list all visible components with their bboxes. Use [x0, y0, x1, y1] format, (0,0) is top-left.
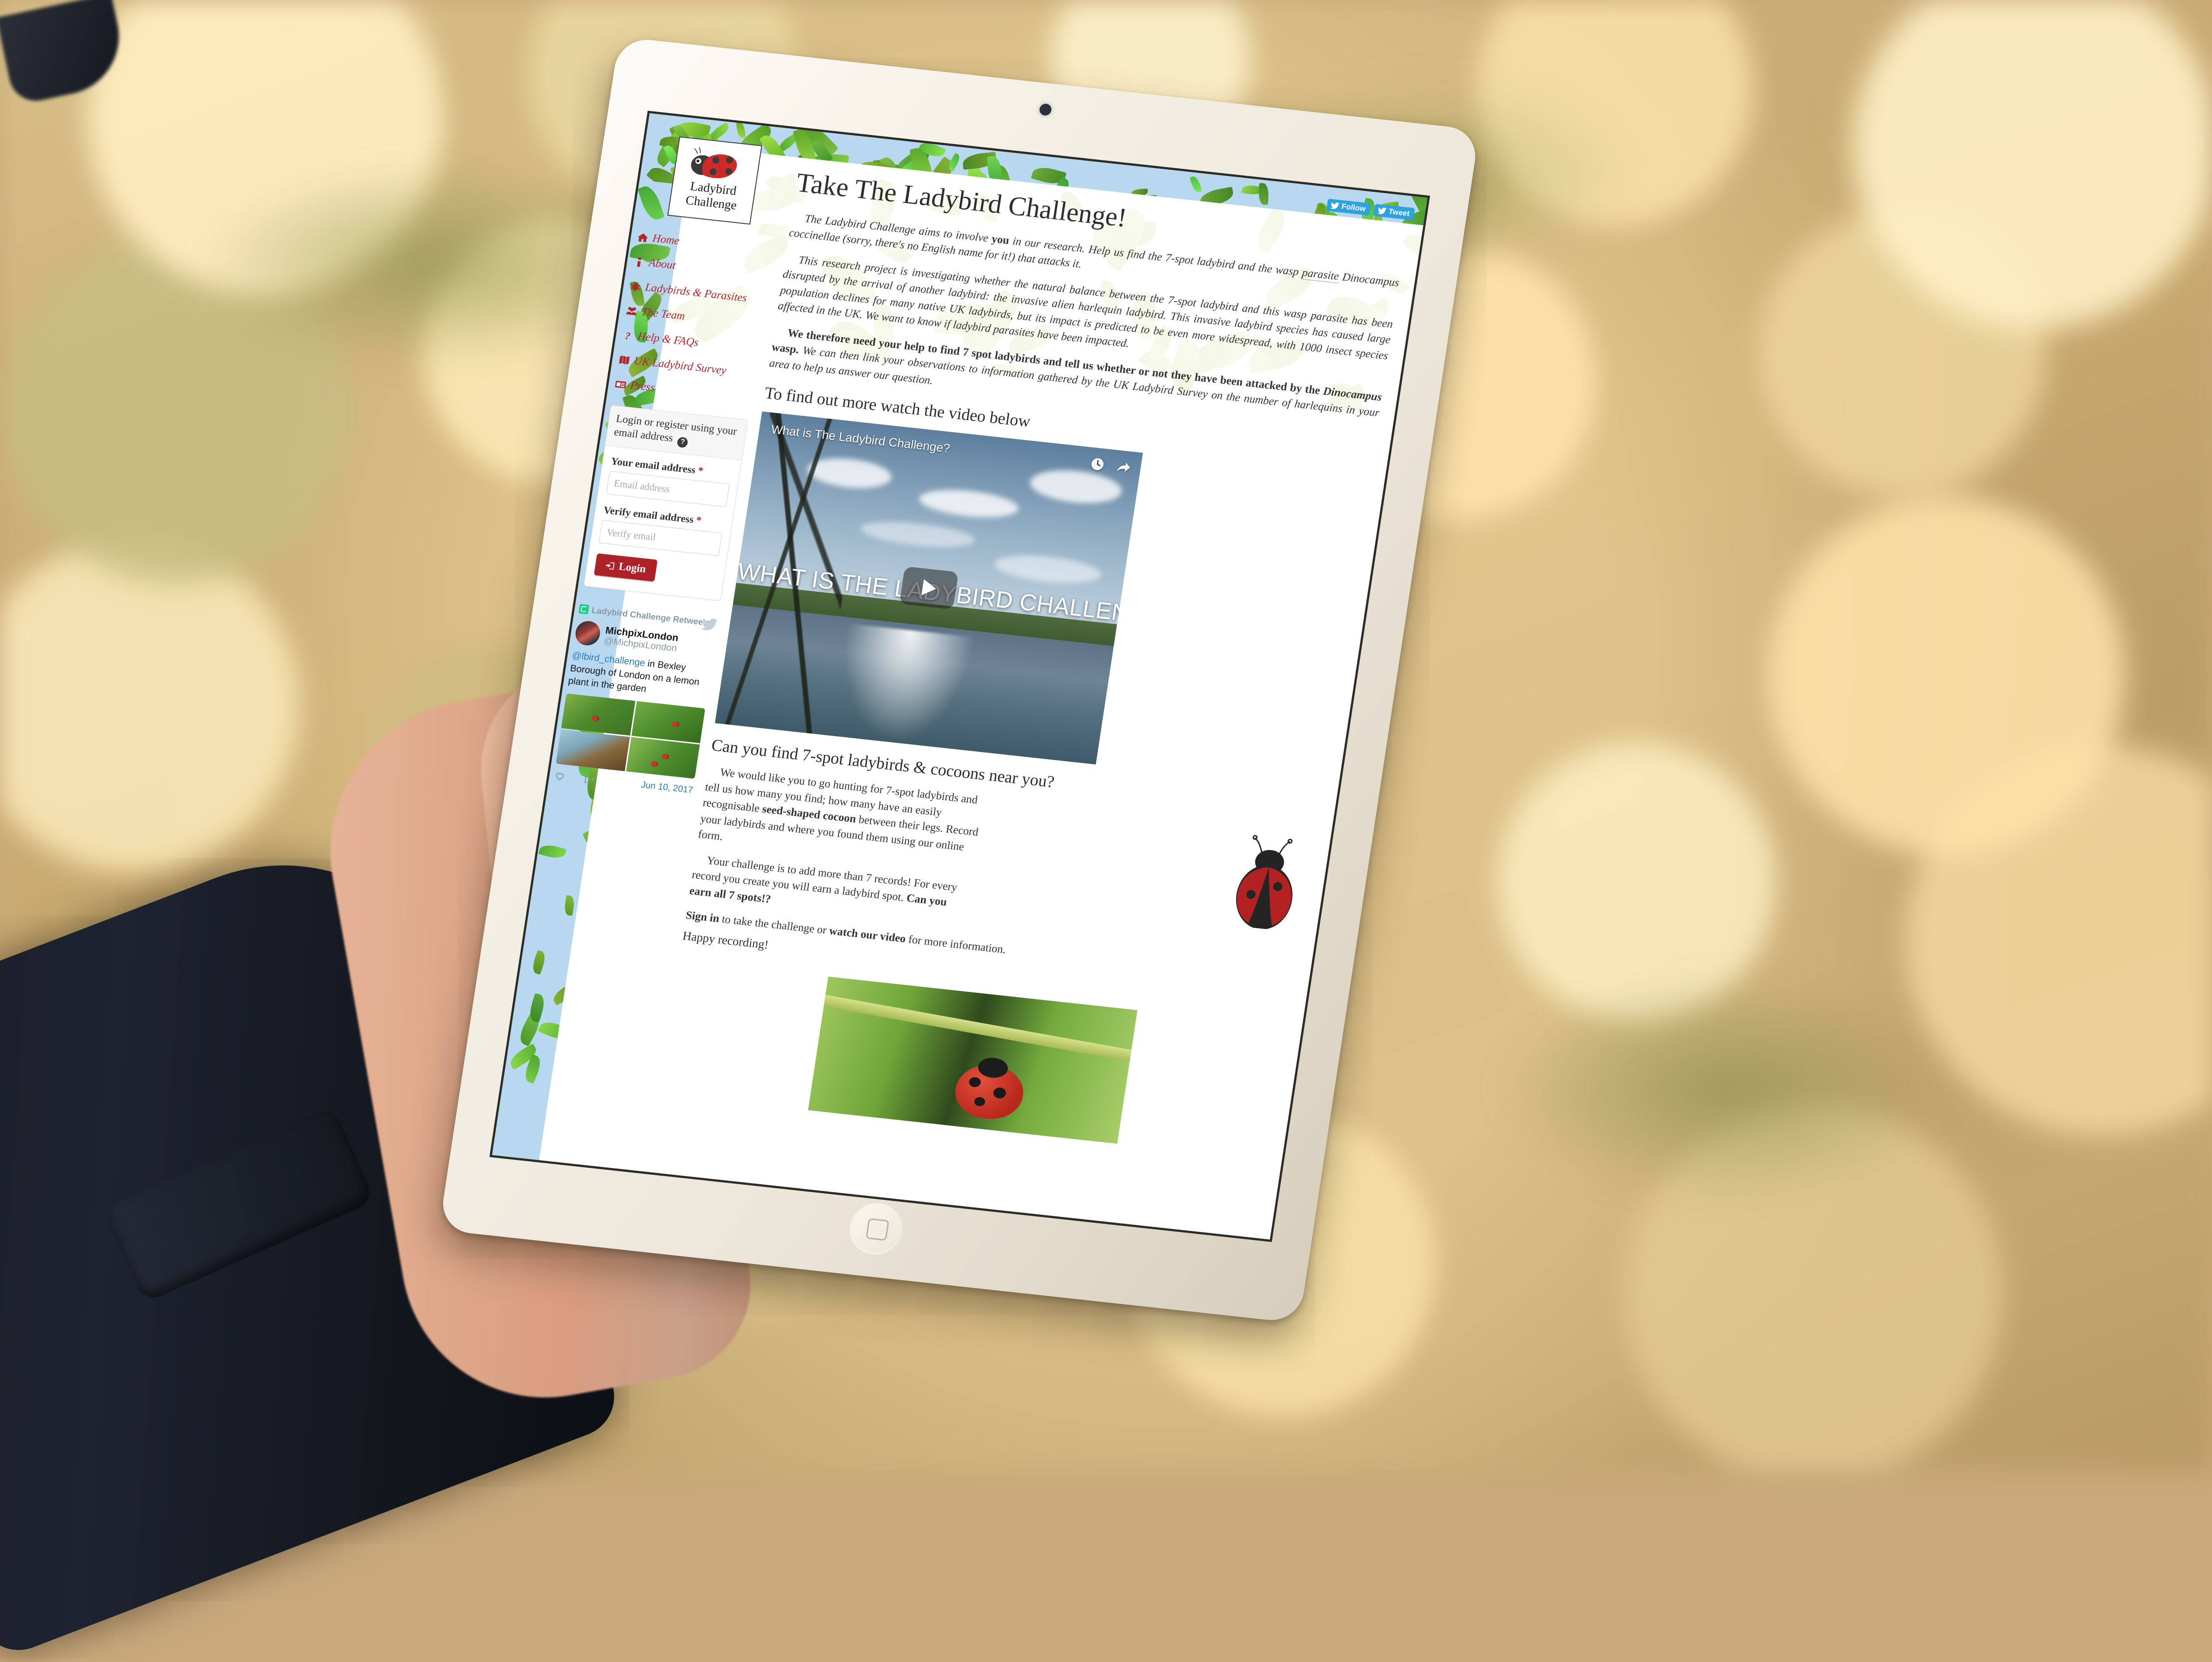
para3-species-name: Dinocampus — [1322, 385, 1382, 403]
required-marker: * — [695, 514, 702, 526]
tweet-photo — [631, 701, 705, 743]
sidebar-item-label: The Team — [640, 306, 686, 323]
front-camera-icon — [1039, 103, 1052, 116]
map-icon — [618, 353, 631, 366]
login-button[interactable]: Login — [594, 553, 658, 581]
sidebar-item-label: Press — [630, 379, 656, 394]
bug-icon — [629, 280, 642, 292]
share-icon[interactable] — [1115, 459, 1132, 475]
web-page: Follow Tweet Ladybird Challenge Home Abo… — [492, 113, 1428, 1239]
users-icon — [626, 305, 639, 317]
retweet-icon — [579, 604, 589, 614]
sidebar-item-label: About — [648, 257, 677, 272]
sidebar-item-press[interactable]: Press — [614, 377, 758, 405]
twitter-follow-label: Follow — [1341, 203, 1366, 213]
login-button-label: Login — [618, 561, 647, 575]
twitter-bird-icon — [701, 617, 718, 631]
twitter-timeline-widget: Ladybird Challenge Retweeted MichpixLond… — [553, 604, 719, 797]
para1-emphasis-you: you — [991, 233, 1010, 247]
newspaper-icon — [614, 378, 627, 390]
question-circle-icon[interactable]: ? — [677, 436, 689, 448]
share-icon[interactable] — [583, 773, 596, 786]
sidebar-item-ladybirds-parasites[interactable]: Ladybirds & Parasites — [629, 280, 773, 308]
photo-ladybird — [952, 1061, 1027, 1122]
sidebar-item-the-team[interactable]: The Team — [625, 304, 769, 332]
para3-bold-b: wasp. — [771, 341, 800, 356]
bottom-ladybird-photo — [808, 977, 1137, 1144]
sidebar-item-home[interactable]: Home — [636, 231, 780, 258]
signin-mid: to take the challenge or — [718, 913, 830, 937]
tweet-photo-grid[interactable] — [556, 693, 705, 779]
required-marker: * — [697, 465, 704, 476]
main-navigation: Home About Ladybirds & Parasites The Tea… — [608, 230, 780, 405]
sidebar-item-about[interactable]: About — [633, 255, 776, 283]
home-button[interactable] — [846, 1199, 907, 1257]
sidebar-item-label: Help & FAQs — [637, 330, 699, 349]
twitter-tweet-label: Tweet — [1388, 208, 1410, 217]
clock-icon[interactable] — [1089, 456, 1106, 472]
sign-in-icon — [605, 561, 616, 571]
tweet-photo — [626, 737, 700, 779]
video-sun-reflection — [829, 623, 975, 749]
tweet-date[interactable]: Jun 10, 2017 — [640, 780, 694, 796]
twitter-bird-icon — [1330, 202, 1340, 210]
avatar — [574, 620, 602, 647]
play-icon[interactable] — [899, 566, 959, 609]
sidebar-item-label: Home — [652, 232, 680, 248]
tweet-photo — [556, 729, 630, 771]
sidebar-item-uk-ladybird-survey[interactable]: UK Ladybird Survey — [618, 353, 762, 381]
login-heading-text: Login or register using your email addre… — [613, 413, 738, 444]
video-player[interactable]: What is The Ladybird Challenge? WHAT IS … — [715, 411, 1143, 764]
info-icon — [633, 256, 646, 268]
home-icon — [636, 231, 649, 243]
tablet-device: Follow Tweet Ladybird Challenge Home Abo… — [439, 36, 1479, 1323]
tweet-photo — [561, 693, 635, 735]
tablet-screen[interactable]: Follow Tweet Ladybird Challenge Home Abo… — [492, 113, 1428, 1239]
sidebar-item-label: UK Ladybird Survey — [633, 355, 727, 377]
question-icon: ? — [621, 329, 635, 341]
ladybird-illustration-icon — [1221, 829, 1312, 933]
signin-end: for more information. — [905, 933, 1006, 956]
signin-link[interactable]: Sign in — [685, 910, 720, 925]
tweet-text: @lbird_challenge in Bexley Borough of Lo… — [567, 649, 712, 702]
heart-icon[interactable] — [553, 770, 567, 783]
ladybird-logo-icon — [685, 142, 749, 184]
tablet-body: Follow Tweet Ladybird Challenge Home Abo… — [439, 36, 1479, 1323]
para1-parasite-tooltip-term[interactable]: parasite — [1301, 267, 1340, 284]
login-panel: Login or register using your email addre… — [584, 405, 748, 601]
photo-stem — [811, 993, 1138, 1066]
login-panel-body: Your email address * Verify email addres… — [584, 445, 742, 600]
sidebar-item-help-faqs[interactable]: ? Help & FAQs — [621, 329, 765, 357]
sidebar-item-label: Ladybirds & Parasites — [644, 281, 748, 304]
watch-video-link[interactable]: watch our video — [828, 925, 907, 945]
site-logo[interactable]: Ladybird Challenge — [667, 136, 762, 225]
twitter-bird-icon — [1377, 207, 1387, 215]
svg-text:?: ? — [624, 330, 631, 342]
